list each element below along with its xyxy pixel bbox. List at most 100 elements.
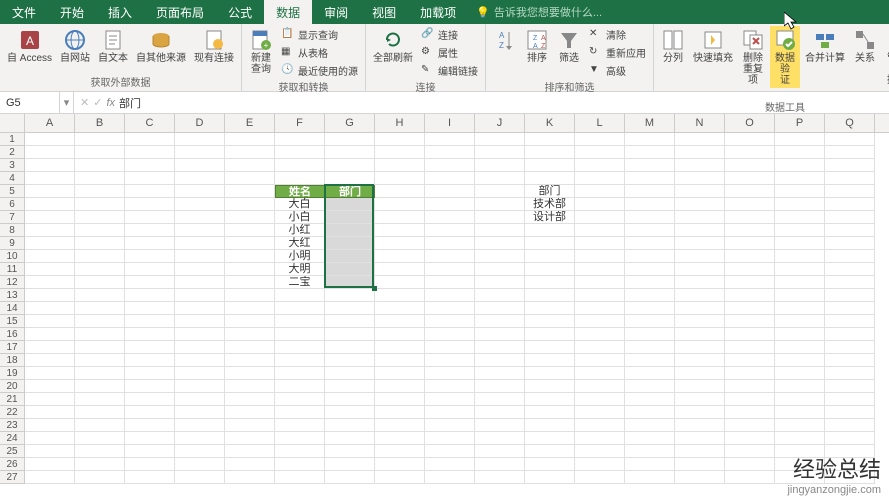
cell-D25[interactable] xyxy=(175,445,225,458)
cell-J15[interactable] xyxy=(475,315,525,328)
cell-H5[interactable] xyxy=(375,185,425,198)
cell-G18[interactable] xyxy=(325,354,375,367)
cell-E9[interactable] xyxy=(225,237,275,250)
cell-G27[interactable] xyxy=(325,471,375,484)
cell-I1[interactable] xyxy=(425,133,475,146)
row-header-12[interactable]: 12 xyxy=(0,276,25,289)
cell-D18[interactable] xyxy=(175,354,225,367)
cell-G6[interactable] xyxy=(325,198,375,211)
cell-O9[interactable] xyxy=(725,237,775,250)
cell-P3[interactable] xyxy=(775,159,825,172)
cell-E22[interactable] xyxy=(225,406,275,419)
cell-J6[interactable] xyxy=(475,198,525,211)
cell-H11[interactable] xyxy=(375,263,425,276)
cell-M21[interactable] xyxy=(625,393,675,406)
cell-P17[interactable] xyxy=(775,341,825,354)
cell-F5[interactable]: 姓名 xyxy=(275,185,325,198)
cell-J8[interactable] xyxy=(475,224,525,237)
row-header-15[interactable]: 15 xyxy=(0,315,25,328)
cell-L21[interactable] xyxy=(575,393,625,406)
cell-I5[interactable] xyxy=(425,185,475,198)
cell-O25[interactable] xyxy=(725,445,775,458)
row-header-10[interactable]: 10 xyxy=(0,250,25,263)
cell-P2[interactable] xyxy=(775,146,825,159)
cell-P14[interactable] xyxy=(775,302,825,315)
cell-B1[interactable] xyxy=(75,133,125,146)
cell-J24[interactable] xyxy=(475,432,525,445)
cell-Q18[interactable] xyxy=(825,354,875,367)
cell-O6[interactable] xyxy=(725,198,775,211)
cell-O1[interactable] xyxy=(725,133,775,146)
column-header-H[interactable]: H xyxy=(375,114,425,132)
cell-A22[interactable] xyxy=(25,406,75,419)
cell-E24[interactable] xyxy=(225,432,275,445)
cell-M15[interactable] xyxy=(625,315,675,328)
cell-B12[interactable] xyxy=(75,276,125,289)
relationships-button[interactable]: 关系 xyxy=(850,26,880,66)
reapply-button[interactable]: ↻重新应用 xyxy=(586,44,649,61)
cell-F23[interactable] xyxy=(275,419,325,432)
cell-K18[interactable] xyxy=(525,354,575,367)
cell-Q23[interactable] xyxy=(825,419,875,432)
cell-N19[interactable] xyxy=(675,367,725,380)
cell-A19[interactable] xyxy=(25,367,75,380)
cell-Q3[interactable] xyxy=(825,159,875,172)
cell-O23[interactable] xyxy=(725,419,775,432)
cell-H21[interactable] xyxy=(375,393,425,406)
filter-button[interactable]: 筛选 xyxy=(554,26,584,66)
cell-I22[interactable] xyxy=(425,406,475,419)
row-header-9[interactable]: 9 xyxy=(0,237,25,250)
cell-F4[interactable] xyxy=(275,172,325,185)
cell-D11[interactable] xyxy=(175,263,225,276)
cell-N20[interactable] xyxy=(675,380,725,393)
cell-C6[interactable] xyxy=(125,198,175,211)
cell-A20[interactable] xyxy=(25,380,75,393)
cell-I13[interactable] xyxy=(425,289,475,302)
cell-K17[interactable] xyxy=(525,341,575,354)
selection-fill-handle[interactable] xyxy=(372,286,377,291)
cell-K19[interactable] xyxy=(525,367,575,380)
column-header-K[interactable]: K xyxy=(525,114,575,132)
select-all-corner[interactable] xyxy=(0,114,25,132)
cell-O27[interactable] xyxy=(725,471,775,484)
cell-G17[interactable] xyxy=(325,341,375,354)
column-header-Q[interactable]: Q xyxy=(825,114,875,132)
cell-G24[interactable] xyxy=(325,432,375,445)
cell-F13[interactable] xyxy=(275,289,325,302)
cell-A24[interactable] xyxy=(25,432,75,445)
cell-P5[interactable] xyxy=(775,185,825,198)
cell-D15[interactable] xyxy=(175,315,225,328)
cell-E16[interactable] xyxy=(225,328,275,341)
cell-N16[interactable] xyxy=(675,328,725,341)
cell-D3[interactable] xyxy=(175,159,225,172)
cell-F18[interactable] xyxy=(275,354,325,367)
cell-A23[interactable] xyxy=(25,419,75,432)
cell-F19[interactable] xyxy=(275,367,325,380)
cell-I24[interactable] xyxy=(425,432,475,445)
cell-A11[interactable] xyxy=(25,263,75,276)
cell-H7[interactable] xyxy=(375,211,425,224)
cell-L27[interactable] xyxy=(575,471,625,484)
cell-C11[interactable] xyxy=(125,263,175,276)
cell-P22[interactable] xyxy=(775,406,825,419)
cell-L6[interactable] xyxy=(575,198,625,211)
cell-B23[interactable] xyxy=(75,419,125,432)
cell-I25[interactable] xyxy=(425,445,475,458)
cell-G4[interactable] xyxy=(325,172,375,185)
cell-I17[interactable] xyxy=(425,341,475,354)
cell-M12[interactable] xyxy=(625,276,675,289)
cell-G25[interactable] xyxy=(325,445,375,458)
cell-K5[interactable]: 部门 xyxy=(525,185,575,198)
cell-L15[interactable] xyxy=(575,315,625,328)
cell-E5[interactable] xyxy=(225,185,275,198)
cell-D13[interactable] xyxy=(175,289,225,302)
cell-B2[interactable] xyxy=(75,146,125,159)
cell-L25[interactable] xyxy=(575,445,625,458)
cancel-formula-icon[interactable]: ✕ xyxy=(80,96,89,109)
cell-Q17[interactable] xyxy=(825,341,875,354)
cell-F27[interactable] xyxy=(275,471,325,484)
row-header-26[interactable]: 26 xyxy=(0,458,25,471)
cell-P1[interactable] xyxy=(775,133,825,146)
cell-O3[interactable] xyxy=(725,159,775,172)
cell-C5[interactable] xyxy=(125,185,175,198)
